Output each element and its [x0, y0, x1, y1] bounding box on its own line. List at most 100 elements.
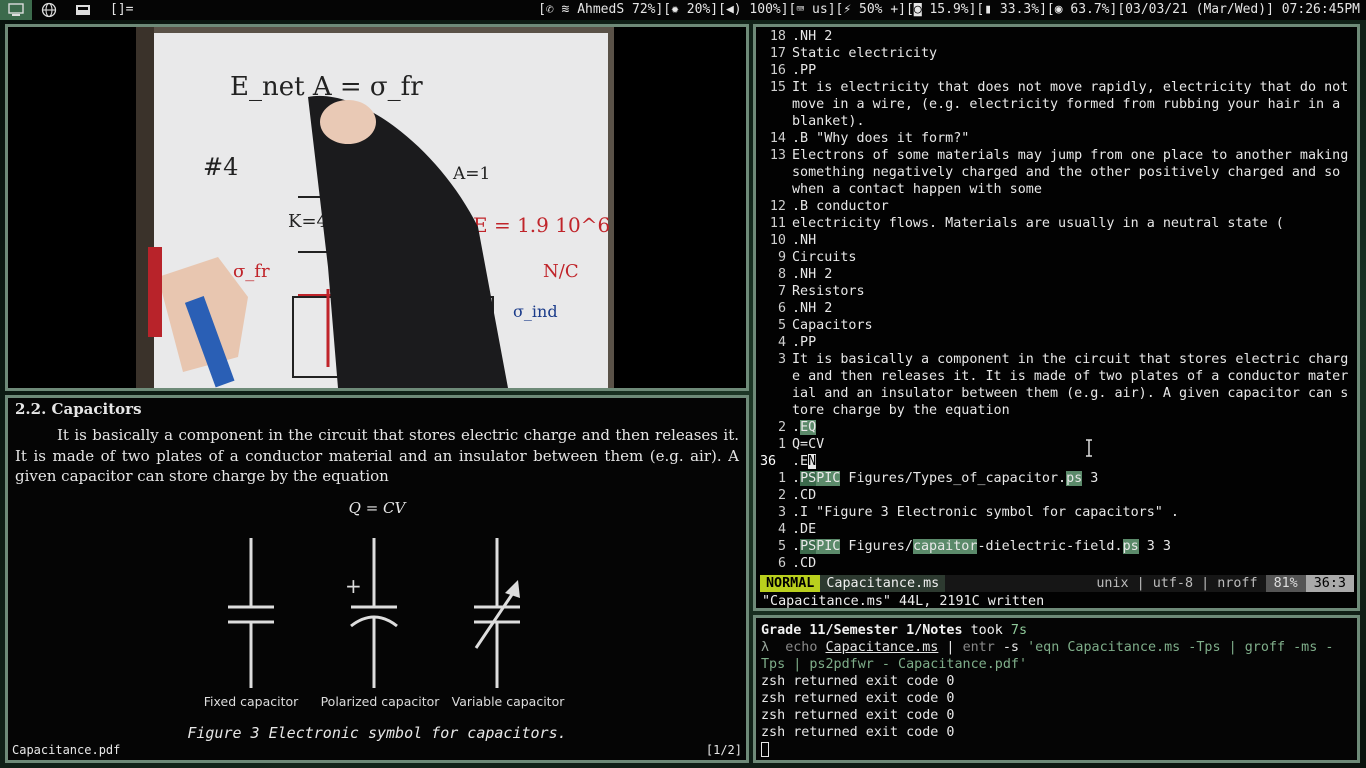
line-text[interactable]: .B "Why does it form?"	[792, 130, 1354, 147]
whiteboard-sigma-fr: σ_fr	[233, 261, 270, 282]
line-text[interactable]: .NH 2	[792, 266, 1354, 283]
match-highlight: PIC	[816, 539, 841, 554]
editor-line[interactable]: 7 Resistors	[758, 283, 1356, 300]
pdf-filename: Capacitance.pdf	[12, 743, 121, 757]
line-text[interactable]: Circuits	[792, 249, 1354, 266]
pdf-viewer-window[interactable]: 2.2. Capacitors It is basically a compon…	[5, 395, 749, 763]
editor-line[interactable]: 14 .B "Why does it form?"	[758, 130, 1356, 147]
line-text[interactable]: Resistors	[792, 283, 1354, 300]
line-number: 14	[769, 131, 786, 146]
editor-line[interactable]: 6 .NH 2	[758, 300, 1356, 317]
cpu-value: 15.9%	[929, 2, 969, 17]
line-text[interactable]: .CD	[792, 555, 1354, 572]
cpu-icon: ◙	[913, 2, 922, 17]
line-number: 8	[777, 267, 786, 282]
line-text[interactable]: .PP	[792, 334, 1354, 351]
editor-line[interactable]: 6 .CD	[758, 555, 1356, 572]
line-text[interactable]: .CD	[792, 487, 1354, 504]
editor-line[interactable]: 5 Capacitors	[758, 317, 1356, 334]
cursor-position: 36:3	[1305, 575, 1354, 592]
editor-line[interactable]: 12 .B conductor	[758, 198, 1356, 215]
line-number: 4	[777, 522, 786, 537]
editor-line[interactable]: 11 electricity flows. Materials are usual…	[758, 215, 1356, 232]
editor-line[interactable]: 1 Q=CV	[758, 436, 1356, 453]
terminal-cursor[interactable]	[761, 741, 769, 757]
line-text[interactable]: .NH	[792, 232, 1354, 249]
editor-buffer[interactable]: 18 .NH 2 17 Static electricity 16 .PP 15 It …	[758, 28, 1356, 572]
line-text[interactable]: .PSPIC Figures/capaitor-dielectric-field…	[792, 538, 1354, 555]
editor-line[interactable]: 5 .PSPIC Figures/capaitor-dielectric-fiel…	[758, 538, 1356, 555]
editor-line[interactable]: 17 Static electricity	[758, 45, 1356, 62]
line-text[interactable]: .NH 2	[792, 28, 1354, 45]
line-text[interactable]: Static electricity	[792, 45, 1354, 62]
memory-value: 33.3%	[999, 2, 1040, 17]
command-line[interactable]: λ echo Capacitance.ms | entr -s 'eqn Cap…	[761, 639, 1353, 673]
line-number: 15	[769, 80, 786, 95]
line-text[interactable]: .I "Figure 3 Electronic symbol for capac…	[792, 504, 1354, 521]
line-text[interactable]: .B conductor	[792, 198, 1354, 215]
editor-line[interactable]: 4 .PP	[758, 334, 1356, 351]
terminal-window[interactable]: Grade 11/Semester 1/Notes took 7s λ echo…	[753, 615, 1360, 763]
line-text[interactable]: It is basically a component in the circu…	[792, 351, 1354, 419]
tag-3-video-icon[interactable]	[66, 0, 100, 20]
line-number: 6	[777, 556, 786, 571]
cmd-file: Capacitance.ms	[825, 640, 939, 655]
command-message: "Capacitance.ms" 44L, 2191C written	[762, 594, 1045, 609]
line-number: 10	[769, 233, 786, 248]
editor-line[interactable]: 9 Circuits	[758, 249, 1356, 266]
line-text[interactable]: .NH 2	[792, 300, 1354, 317]
line-text[interactable]: Electrons of some materials may jump fro…	[792, 147, 1354, 198]
line-text[interactable]: .DE	[792, 521, 1354, 538]
line-number: 18	[769, 29, 786, 44]
line-text[interactable]: It is electricity that does not move rap…	[792, 79, 1354, 130]
disk-value: 63.7%	[1070, 2, 1110, 17]
lecture-video-frame[interactable]: E_net A = σ_fr #4 A=1 K=4.5 E = 1.9 10^6…	[8, 27, 746, 388]
volume-value: 100%	[749, 2, 781, 17]
mode-indicator: NORMAL	[760, 575, 821, 592]
system-status: [✆ ≋ AhmedS 72%][✹ 20%][◀) 100%][⌨ us][⚡…	[538, 0, 1366, 20]
keyboard-layout: us	[812, 2, 828, 17]
line-number: 7	[777, 284, 786, 299]
output-line: zsh returned exit code 0	[761, 725, 955, 740]
editor-current-line[interactable]: 36 .EN	[758, 453, 1356, 470]
line-text[interactable]: .EN	[792, 453, 1354, 470]
buffer-filename: Capacitance.ms	[820, 575, 946, 592]
line-text[interactable]: .EQ	[792, 419, 1354, 436]
section-heading: 2.2. Capacitors	[15, 400, 142, 418]
line-text[interactable]: Q=CV	[792, 436, 1354, 453]
terminal-output[interactable]: Grade 11/Semester 1/Notes took 7s λ echo…	[761, 622, 1353, 758]
line-text[interactable]: electricity flows. Materials are usually…	[792, 215, 1354, 232]
line-number: 3	[777, 352, 786, 367]
line-number: 2	[777, 488, 786, 503]
editor-line[interactable]: 16 .PP	[758, 62, 1356, 79]
line-number: 13	[769, 148, 786, 163]
pdf-page[interactable]: 2.2. Capacitors It is basically a compon…	[8, 398, 746, 519]
editor-line[interactable]: 10 .NH	[758, 232, 1356, 249]
layout-indicator[interactable]: []=	[100, 0, 133, 20]
editor-line[interactable]: 3 It is basically a component in the circ…	[758, 351, 1356, 419]
editor-line[interactable]: 13 Electrons of some materials may jump f…	[758, 147, 1356, 198]
top-status-bar: []= [✆ ≋ AhmedS 72%][✹ 20%][◀) 100%][⌨ u…	[0, 0, 1366, 20]
line-text[interactable]: Capacitors	[792, 317, 1354, 334]
match-highlight: ps	[1122, 539, 1139, 554]
line-text[interactable]: .PP	[792, 62, 1354, 79]
editor-line[interactable]: 1 .PSPIC Figures/Types_of_capacitor.ps 3	[758, 470, 1356, 487]
editor-line[interactable]: 3 .I "Figure 3 Electronic symbol for capa…	[758, 504, 1356, 521]
tag-1-terminal-icon[interactable]	[0, 0, 32, 20]
editor-line-eq[interactable]: 2 .EQ	[758, 419, 1356, 436]
editor-line[interactable]: 2 .CD	[758, 487, 1356, 504]
pdf-page-indicator: [1/2]	[705, 743, 742, 757]
tag-2-globe-icon[interactable]	[32, 0, 66, 20]
line-number: 4	[777, 335, 786, 350]
battery-value: 50% +	[859, 2, 899, 17]
video-player-window[interactable]: E_net A = σ_fr #4 A=1 K=4.5 E = 1.9 10^6…	[5, 24, 749, 391]
editor-line[interactable]: 4 .DE	[758, 521, 1356, 538]
vim-editor-window[interactable]: 18 .NH 2 17 Static electricity 16 .PP 15 It …	[753, 24, 1360, 611]
file-format-info: unix | utf-8 | nroff	[1088, 575, 1266, 592]
line-text[interactable]: .PSPIC Figures/Types_of_capacitor.ps 3	[792, 470, 1354, 487]
match-highlight: EQ	[800, 420, 817, 435]
editor-line[interactable]: 15 It is electricity that does not move r…	[758, 79, 1356, 130]
editor-line[interactable]: 8 .NH 2	[758, 266, 1356, 283]
line-number: 11	[769, 216, 786, 231]
editor-line[interactable]: 18 .NH 2	[758, 28, 1356, 45]
